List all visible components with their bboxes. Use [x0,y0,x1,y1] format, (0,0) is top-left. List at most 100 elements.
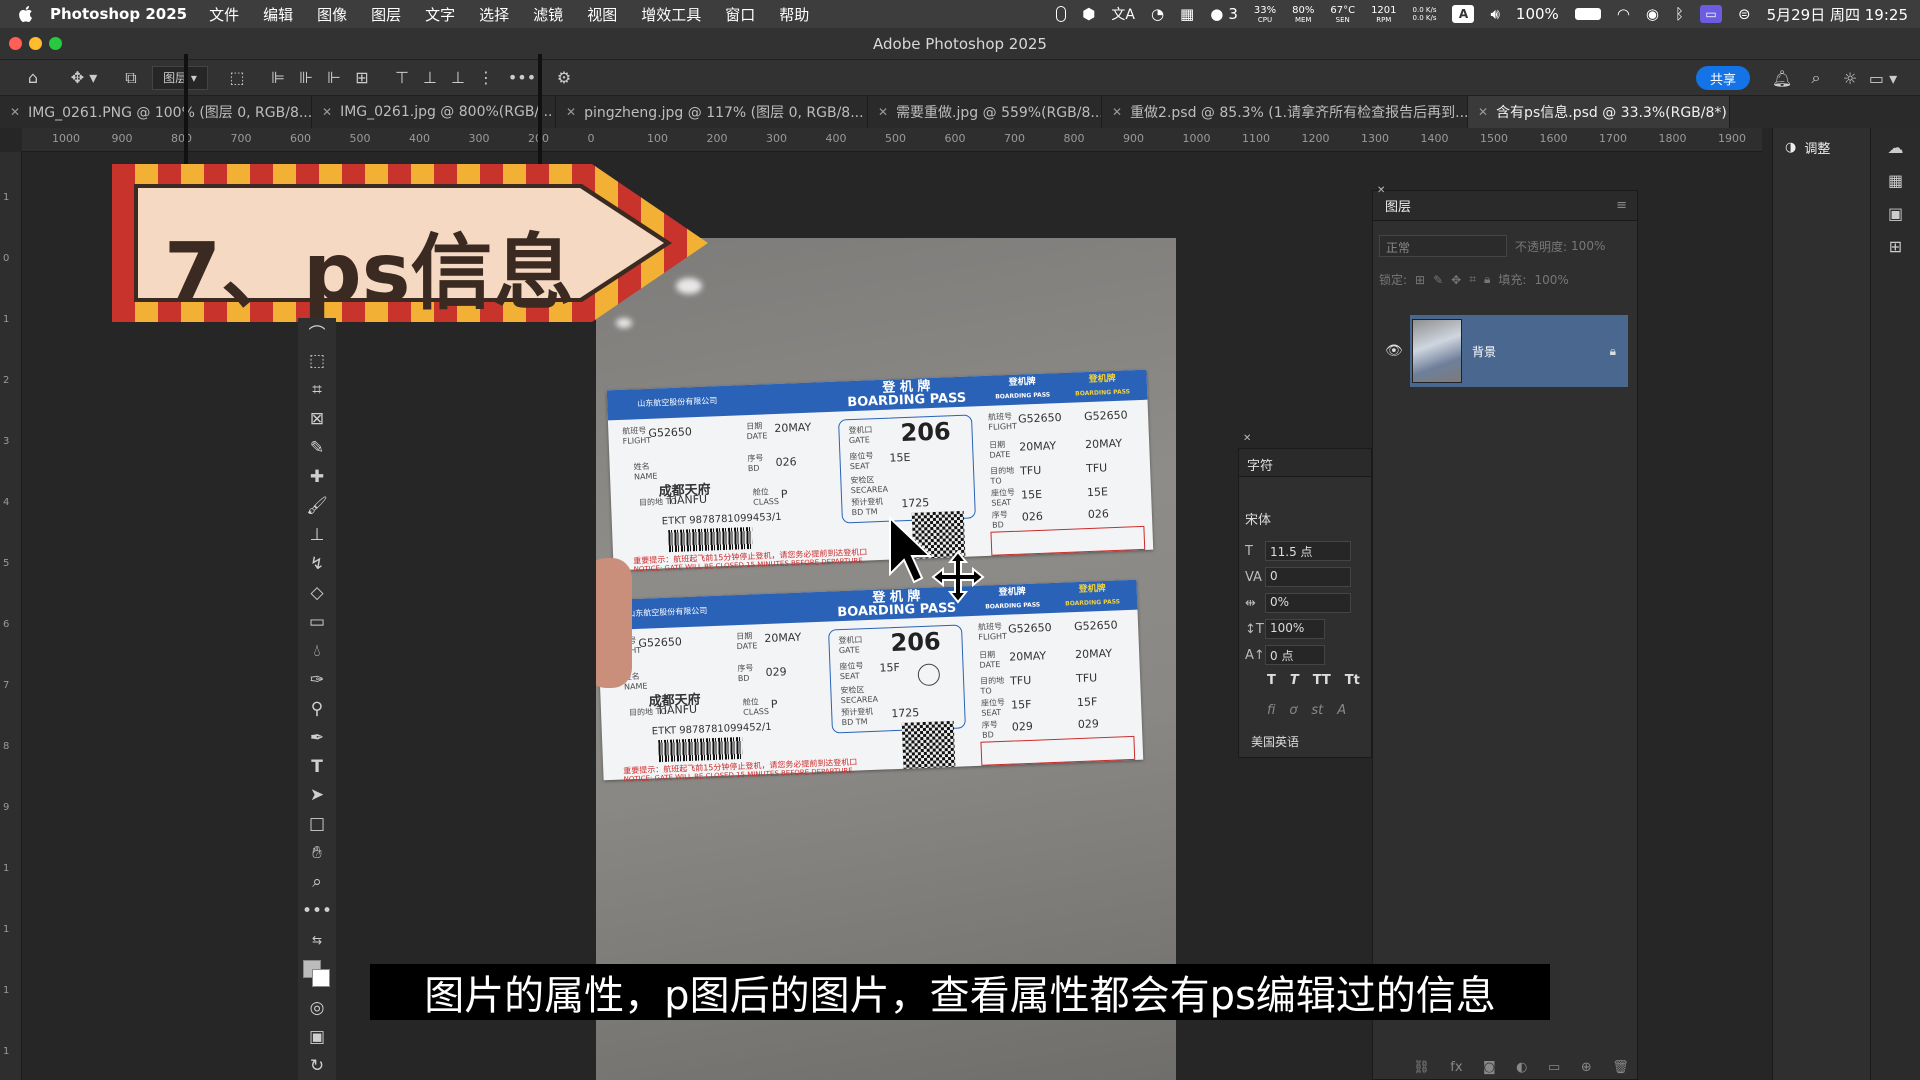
fill-field[interactable]: 100% [1534,273,1568,287]
lock-all-icon[interactable]: 🔒︎ [1484,272,1490,287]
color-swatches-icon[interactable] [301,955,333,994]
transform-controls-icon[interactable]: ⬚ [222,66,252,90]
input-method-indicator[interactable]: A [1452,5,1475,23]
close-panel-icon[interactable]: ✕ [1377,185,1385,196]
layer-mask-icon[interactable]: ◙ [1483,1060,1496,1075]
menu-layer[interactable]: 图层 [371,4,401,25]
layer-row-background[interactable]: 背景 🔒︎ [1410,315,1628,387]
pen-tool-icon[interactable]: ✒ [301,723,333,752]
eraser-tool-icon[interactable]: ◇ [301,578,333,607]
font-size-field[interactable]: 11.5 点 [1265,541,1351,561]
lasso-tool-icon[interactable]: ⌒ [301,318,333,347]
faux-italic-button[interactable]: T [1290,673,1299,688]
old-style-button[interactable]: ơ [1289,703,1297,718]
tab-img0261-jpg[interactable]: ✕ IMG_0261.jpg @ 800%(RGB/... [312,96,556,128]
align-right-icon[interactable]: ⊩ [320,66,348,90]
small-caps-button[interactable]: Tt [1345,673,1360,688]
swash-button[interactable]: A [1337,703,1346,718]
object-select-tool-icon[interactable]: ⬚ [301,347,333,376]
learn-icon[interactable]: ☁ [1888,138,1904,157]
screen-mode-icon[interactable]: ▣ [301,1022,333,1051]
close-tab-icon[interactable]: ✕ [566,105,576,119]
ligature-button[interactable]: fi [1267,703,1275,718]
crop-tool-icon[interactable]: ⌗ [301,376,333,405]
tab-ps-info[interactable]: ✕ 含有ps信息.psd @ 33.3%(RGB/8*) [1468,96,1730,128]
baseline-field[interactable]: 0 点 [1265,645,1325,665]
more-options-icon[interactable]: ••• [508,66,536,90]
wechat-icon[interactable]: ● 3 [1210,5,1238,23]
align-bottom-icon[interactable]: ⊥ [444,66,472,90]
layers-panel-tab[interactable]: 图层 ≡ [1373,191,1637,221]
workspace-switcher-icon[interactable]: ▭ ▾ [1866,66,1900,90]
language-select[interactable]: 美国英语 [1251,733,1299,750]
dodge-tool-icon[interactable]: ✑ [301,665,333,694]
menu-help[interactable]: 帮助 [779,4,809,25]
rpm-stat[interactable]: 1201 RPM [1371,5,1396,24]
chat-bubble-icon[interactable]: ◔ [1151,5,1164,23]
vertical-ruler[interactable]: 1 0 1 2 3 4 5 6 7 8 9 1 1 1 1 [0,152,22,1080]
menu-view[interactable]: 视图 [587,4,617,25]
align-middle-icon[interactable]: ⊥ [416,66,444,90]
menu-file[interactable]: 文件 [209,4,239,25]
settings-gear-icon[interactable]: ⚙ [550,66,578,90]
link-layers-icon[interactable]: ⛓︎ [1413,1060,1430,1075]
more-tools-icon[interactable]: ••• [301,897,333,926]
close-window-button[interactable] [9,37,22,50]
panel-menu-icon[interactable]: ≡ [1616,198,1627,213]
lock-pixels-icon[interactable]: ⊞ [1415,273,1425,287]
lock-artboard-icon[interactable]: ⌗ [1469,272,1476,287]
user-icon[interactable]: ◉ [1646,5,1659,23]
screen-mirror-icon[interactable]: ▭ [1700,5,1723,23]
brush-tool-icon[interactable]: 🖌︎ [301,492,333,521]
menu-select[interactable]: 选择 [479,4,509,25]
clone-stamp-tool-icon[interactable]: ⊥ [301,521,333,550]
close-tab-icon[interactable]: ✕ [878,105,888,119]
horizontal-ruler[interactable]: 1000900800700600500400300200010020030040… [22,128,1762,152]
close-tab-icon[interactable]: ✕ [322,105,332,119]
swap-colors-icon[interactable]: ⇆ [301,926,333,955]
distribute-icon[interactable]: ⊞ [348,66,376,90]
sensor-stat[interactable]: 67°C SEN [1330,5,1355,24]
close-tab-icon[interactable]: ✕ [10,105,20,119]
zoom-tool-icon[interactable]: ⌕ [301,868,333,897]
control-center-icon[interactable]: ⊜ [1738,5,1751,23]
share-button[interactable]: 共享 [1696,66,1750,90]
network-stat[interactable]: 0.0 K/s 0.0 K/s [1413,6,1437,22]
discover-lightbulb-icon[interactable]: ☼ [1838,66,1862,90]
menu-edit[interactable]: 编辑 [263,4,293,25]
tab-redo[interactable]: ✕ 需要重做.jpg @ 559%(RGB/8... [868,96,1102,128]
content-icon[interactable]: ↻ [301,1051,333,1080]
blur-tool-icon[interactable]: 💧︎ [301,636,333,665]
battery-icon[interactable] [1574,8,1601,20]
capsule-icon[interactable] [1056,6,1067,22]
history-brush-tool-icon[interactable]: ↯ [301,550,333,579]
lock-position-icon[interactable]: ✥ [1451,273,1461,287]
tab-redo2[interactable]: ✕ 重做2.psd @ 85.3% (1.请拿齐所有检查报告后再到... [1102,96,1468,128]
all-caps-button[interactable]: TT [1313,673,1331,688]
font-family-field[interactable]: 宋体 [1245,509,1271,528]
move-tool-icon[interactable]: ✥ ▾ [66,66,102,90]
character-panel-tab[interactable]: 字符 [1239,449,1371,477]
zoom-window-button[interactable] [49,37,62,50]
healing-brush-tool-icon[interactable]: ✚ [301,463,333,492]
group-icon[interactable]: ▭ [1548,1060,1560,1075]
faux-bold-button[interactable]: T [1267,673,1276,688]
eyedropper-tool-icon[interactable]: ✎ [301,434,333,463]
adjustment-layer-icon[interactable]: ◐ [1516,1060,1527,1075]
lock-paint-icon[interactable]: ✎ [1433,273,1443,287]
mem-stat[interactable]: 80% MEM [1292,5,1314,24]
auto-select-icon[interactable]: ⧉ [116,66,146,90]
search-icon[interactable]: ⌕ [1804,66,1828,90]
distribute-vertical-icon[interactable]: ⋮ [472,66,500,90]
bluetooth-icon[interactable]: ᛒ [1675,5,1684,23]
apple-icon[interactable] [14,3,36,25]
cube-icon[interactable]: ⬢ [1082,5,1095,23]
wifi-icon[interactable]: ◠ [1617,5,1630,23]
gradient-tool-icon[interactable]: ▭ [301,607,333,636]
menu-type[interactable]: 文字 [425,4,455,25]
quick-mask-icon[interactable]: ◎ [301,993,333,1022]
rectangle-tool-icon[interactable]: □ [301,810,333,839]
menu-image[interactable]: 图像 [317,4,347,25]
menu-window[interactable]: 窗口 [725,4,755,25]
cpu-stat[interactable]: 33% CPU [1254,5,1276,24]
